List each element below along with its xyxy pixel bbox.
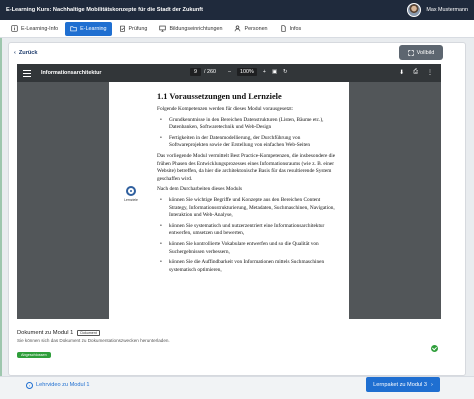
target-icon [126,186,136,196]
status-badge: Abgeschlossen [17,352,51,358]
app-header: E-Learning Kurs: Nachhaltige Mobilitätsk… [0,0,474,20]
chevron-left-icon: ‹ [14,50,16,56]
page-indicator: 9 / 260 [190,68,216,76]
back-label: Zurück [18,50,38,56]
course-tabs: E-Learning-Info E-Learning Prüfung Bildu… [0,20,474,38]
page-number-input[interactable]: 9 [190,68,201,76]
pdf-title: Informationsarchitektur [41,70,102,76]
list-item: können Sie systematisch und nutzerzentri… [157,223,337,238]
folder-icon [70,26,77,32]
learning-goals-logo: Lernziele [121,186,141,202]
page-total: / 260 [204,69,216,75]
prerequisites-list: Grundkenntnisse in den Bereichen Datenst… [157,117,337,150]
avatar[interactable] [407,3,422,17]
zoom-in-button[interactable]: + [263,69,266,75]
tab-label: Personen [244,25,268,32]
tab-label: Infos [289,25,302,32]
tab-label: Bildungseinrichtungen [169,25,223,32]
left-accent-strip [0,0,2,399]
list-item: können Sie kontrollierte Vokabulare entw… [157,241,337,256]
zoom-out-button[interactable]: – [228,69,231,75]
list-item: können Sie wichtige Begriffe und Konzept… [157,197,337,220]
document-title-row: Dokument zu Modul 1 Dokument [17,330,441,336]
pdf-actions: ⬇ ⎙ ⋮ [399,69,433,76]
section-heading: 1.1 Voraussetzungen und Lernziele [157,92,282,101]
tab-personen[interactable]: Personen [229,22,272,36]
previous-lesson-button[interactable]: ‹ Lehrvideo zu Modul 1 [26,379,90,391]
tab-label: E-Learning-Info [21,25,59,32]
course-title: E-Learning Kurs: Nachhaltige Mobilitätsk… [6,7,204,13]
logo-label: Lernziele [124,198,138,202]
document-icon [280,25,286,32]
user-menu[interactable]: Max Mustermann [407,3,468,17]
fit-page-icon[interactable]: ▣ [272,69,277,75]
tab-label: E-Learning [80,25,107,32]
expand-icon [407,49,414,56]
info-square-icon [11,25,18,32]
fullscreen-label: Vollbild [416,49,435,56]
back-button[interactable]: ‹ Zurück [14,47,38,59]
pdf-toolbar: Informationsarchitektur 9 / 260 – 100% +… [17,64,441,82]
paragraph: Das vorliegende Modul vermittelt Best Pr… [157,152,336,182]
pdf-page: 1.1 Voraussetzungen und Lernziele Folgen… [109,82,349,319]
zoom-controls: – 100% + ▣ ↻ [228,68,288,76]
menu-icon[interactable] [23,69,31,77]
more-options-icon[interactable]: ⋮ [427,69,433,76]
learning-goals-list: können Sie wichtige Begriffe und Konzept… [157,197,337,274]
next-lesson-label: Lernpaket zu Modul 3 [373,381,427,388]
document-panel: Dokument zu Modul 1 Dokument Sie können … [17,330,441,363]
fullscreen-button[interactable]: Vollbild [399,45,443,60]
previous-lesson-label: Lehrvideo zu Modul 1 [36,382,90,388]
next-lesson-button[interactable]: Lernpaket zu Modul 3 › [366,377,440,392]
list-item: Grundkenntnisse in den Bereichen Datenst… [157,117,337,132]
tab-e-learning[interactable]: E-Learning [65,21,112,36]
zoom-level[interactable]: 100% [237,68,257,76]
user-name: Max Mustermann [426,7,468,13]
chevron-left-circle-icon: ‹ [26,381,33,389]
person-icon [235,25,241,32]
document-title: Dokument zu Modul 1 [17,330,74,336]
paragraph: Nach dem Durcharbeiten dieses Moduls [157,186,243,193]
tab-label: Prüfung [128,25,148,32]
tab-bildungseinrichtungen[interactable]: Bildungseinrichtungen [154,22,227,36]
document-type-badge: Dokument [77,330,100,336]
monitor-icon [159,25,167,32]
rotate-icon[interactable]: ↻ [283,69,288,75]
tab-pruefung[interactable]: Prüfung [114,22,153,36]
download-icon[interactable]: ⬇ [399,69,404,76]
clipboard-check-icon [119,25,125,32]
chevron-right-icon: › [430,381,433,388]
paragraph: Folgende Kompetenzen werden für dieses M… [157,106,294,112]
document-subtitle: Sie können sich das Dokument zu Dokument… [17,338,170,343]
list-item: Fertigkeiten in der Datenmodellierung, d… [157,135,337,150]
list-item: können Sie die Auffindbarkeit von Inform… [157,259,337,274]
pdf-viewer[interactable]: Informationsarchitektur 9 / 260 – 100% +… [17,64,441,319]
check-circle-icon [431,345,438,352]
print-icon[interactable]: ⎙ [413,69,418,76]
tab-infos[interactable]: Infos [275,22,307,36]
tab-e-learning-info[interactable]: E-Learning-Info [6,22,63,36]
